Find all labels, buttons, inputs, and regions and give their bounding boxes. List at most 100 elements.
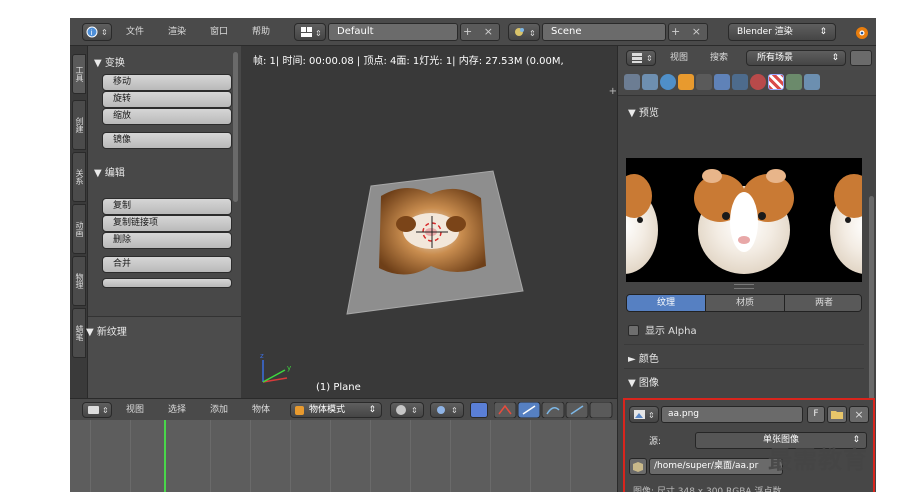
duplicate-linked-button[interactable]: 复制链接项 [102,215,232,232]
set-origin-button[interactable] [102,278,232,288]
divider [624,344,864,345]
scene-picker-button[interactable]: ⇕ [508,23,540,41]
image-name-field[interactable]: aa.png [661,406,803,423]
material-context-icon[interactable] [750,74,766,90]
grid-line [210,420,211,492]
timeline-menu-select[interactable]: 选择 [168,402,186,418]
tab-physics[interactable]: 物理 [72,256,86,306]
editor-type-button[interactable]: i ⇕ [82,23,112,41]
menu-help[interactable]: 帮助 [252,23,270,41]
render-context-icon[interactable] [624,74,640,90]
grid-line [570,420,571,492]
particles-context-icon[interactable] [786,74,802,90]
translate-button[interactable]: 移动 [102,74,232,91]
data-context-icon[interactable] [732,74,748,90]
axis-gizmo: z y [260,352,291,383]
mode-select[interactable]: 物体模式 ⇕ [290,402,382,418]
divider [624,368,864,369]
world-context-icon[interactable] [660,74,676,90]
open-folder-icon[interactable] [827,406,847,423]
timeline-editor-type[interactable]: ⇕ [82,402,112,418]
timeline-area[interactable] [70,420,617,492]
timeline-menu-view[interactable]: 视图 [126,402,144,418]
properties-editor: ⇕ 视图 搜索 所有场景 ⇕ ▼ 预览 纹理 材质 两者 显示 Alpha ► … [617,46,876,492]
image-browse-button[interactable]: ⇕ [629,406,659,423]
tab-material[interactable]: 材质 [705,295,784,311]
grid-line [90,420,91,492]
fake-user-button[interactable]: F [807,406,825,423]
search-field-icon[interactable] [850,50,872,66]
grid-line [450,420,451,492]
svg-text:⇕: ⇕ [529,29,536,38]
timeline-header: ⇕ 视图 选择 添加 物体 物体模式 ⇕ ⇕ ⇕ [70,398,617,420]
info-icon: i ⇕ [86,26,108,38]
pivot-select[interactable]: ⇕ [430,402,464,418]
checkbox-box [628,325,639,336]
tab-tools[interactable]: 工具 [72,54,86,94]
modifiers-context-icon[interactable] [714,74,730,90]
tab-grease-pencil[interactable]: 蜡笔 [72,308,86,358]
object-mode-icon [295,406,304,415]
scale-button[interactable]: 缩放 [102,108,232,125]
tab-both[interactable]: 两者 [784,295,861,311]
svg-text:⇕: ⇕ [648,411,655,420]
toolshelf-tabs: 工具 创建 关系 动画 物理 蜡笔 [70,46,88,398]
scene-filter-select[interactable]: 所有场景 ⇕ [746,50,846,66]
transform-header[interactable]: ▼ 变换 [94,54,125,69]
new-texture-header[interactable]: ▼ 新纹理 [86,323,127,338]
filepath-field[interactable]: /home/super/桌面/aa.pr [649,458,783,475]
select-arrows-icon: ⇕ [819,27,827,37]
tab-relations[interactable]: 关系 [72,152,86,202]
grid-line [370,420,371,492]
scene-name-field[interactable]: Scene [542,23,666,41]
edit-header[interactable]: ▼ 编辑 [94,164,125,179]
preview-header[interactable]: ▼ 预览 [628,104,659,119]
show-alpha-checkbox[interactable]: 显示 Alpha [628,322,697,337]
colors-header[interactable]: ► 颜色 [628,350,659,365]
layout-name-field[interactable]: Default [328,23,458,41]
tab-texture[interactable]: 纹理 [627,295,705,311]
properties-scrollbar[interactable] [869,196,874,406]
constraints-context-icon[interactable] [696,74,712,90]
tab-animation[interactable]: 动画 [72,204,86,254]
duplicate-button[interactable]: 复制 [102,198,232,215]
timeline-menu-add[interactable]: 添加 [210,402,228,418]
current-frame-playhead[interactable] [164,420,166,492]
layout-picker-button[interactable]: ⇕ [294,23,326,41]
scene-add-remove[interactable]: + × [668,23,708,41]
svg-text:⇕: ⇕ [315,29,322,38]
props-menu-search[interactable]: 搜索 [710,49,728,67]
manipulator-toggle[interactable] [470,402,488,418]
pivot-icon: ⇕ [437,406,458,415]
props-menu-view[interactable]: 视图 [670,49,688,67]
tab-create[interactable]: 创建 [72,100,86,150]
delete-button[interactable]: 删除 [102,232,232,249]
grid-line [290,420,291,492]
layout-icon: ⇕ [301,27,322,38]
join-button[interactable]: 合并 [102,256,232,273]
rotate-button[interactable]: 旋转 [102,91,232,108]
svg-text:z: z [260,352,264,360]
menu-file[interactable]: 文件 [126,23,144,41]
blender-logo-icon [856,27,868,39]
unlink-image-icon[interactable]: × [849,406,869,423]
active-object-label: (1) Plane [316,382,361,393]
toolshelf-scrollbar[interactable] [233,52,238,202]
3d-viewport[interactable]: 帧: 1| 时间: 00:00.08 | 顶点: 4面: 1灯光: 1| 内存:… [241,46,617,398]
preview-resize-grip[interactable] [734,284,754,289]
pack-image-icon[interactable] [629,458,647,475]
object-context-icon[interactable] [678,74,694,90]
physics-context-icon[interactable] [804,74,820,90]
scene-context-icon[interactable] [642,74,658,90]
timeline-menu-object[interactable]: 物体 [252,402,270,418]
layout-add-remove[interactable]: + × [460,23,500,41]
image-header[interactable]: ▼ 图像 [628,374,659,389]
menu-render[interactable]: 渲染 [168,23,186,41]
properties-editor-type[interactable]: ⇕ [626,50,656,66]
svg-text:i: i [91,29,93,37]
menu-window[interactable]: 窗口 [210,23,228,41]
render-engine-select[interactable]: Blender 渲染 ⇕ [728,23,836,41]
texture-context-icon[interactable] [768,74,784,90]
mirror-button[interactable]: 镜像 [102,132,232,149]
shading-select[interactable]: ⇕ [390,402,424,418]
